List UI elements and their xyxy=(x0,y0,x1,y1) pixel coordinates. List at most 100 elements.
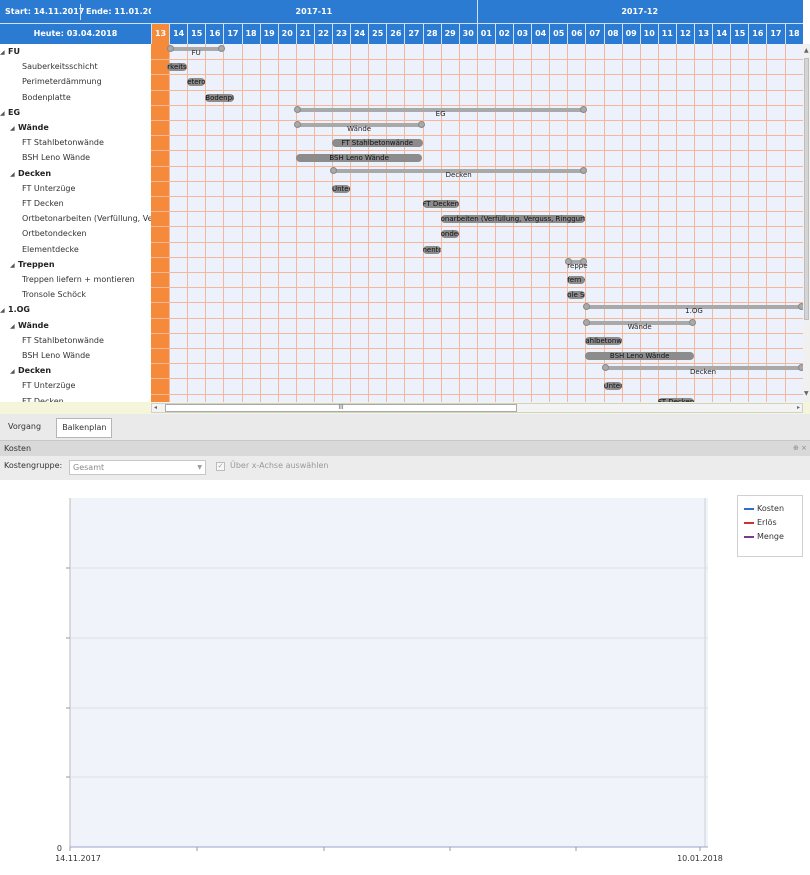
task-row[interactable]: Sauberkeitsschicht xyxy=(0,59,151,74)
day-cell[interactable]: 15 xyxy=(187,24,205,44)
day-cell[interactable]: 23 xyxy=(332,24,350,44)
panel-pin-close-icon[interactable]: ⊕ × xyxy=(793,441,807,456)
day-cell[interactable]: 18 xyxy=(784,24,803,44)
day-cell[interactable]: 25 xyxy=(368,24,386,44)
horizontal-scroll-thumb[interactable]: III xyxy=(165,404,517,412)
collapse-caret-icon[interactable]: ◢ xyxy=(0,106,8,120)
collapse-caret-icon[interactable]: ◢ xyxy=(0,45,8,59)
vertical-scroll-thumb[interactable] xyxy=(804,58,809,320)
task-bar[interactable]: ahlbetonw xyxy=(585,336,622,345)
task-bar[interactable]: eterdär xyxy=(187,78,206,87)
day-cell[interactable]: 27 xyxy=(404,24,422,44)
tab-vorgang[interactable]: Vorgang xyxy=(3,418,46,436)
task-row[interactable]: BSH Leno Wände xyxy=(0,150,151,165)
task-row[interactable]: Ortbetondecken xyxy=(0,226,151,241)
collapse-caret-icon[interactable]: ◢ xyxy=(10,167,18,181)
day-cell[interactable]: 26 xyxy=(386,24,404,44)
task-row[interactable]: Treppen liefern + montieren xyxy=(0,272,151,287)
task-row[interactable]: ◢ Decken xyxy=(0,166,151,181)
day-cell[interactable]: 29 xyxy=(440,24,459,44)
task-row[interactable]: ◢ Treppen xyxy=(0,257,151,272)
tab-balkenplan[interactable]: Balkenplan xyxy=(56,418,113,438)
day-cell[interactable]: 06 xyxy=(567,24,585,44)
collapse-caret-icon[interactable]: ◢ xyxy=(10,319,18,333)
day-cell[interactable]: 03 xyxy=(513,24,531,44)
task-bar[interactable]: BSH Leno Wände xyxy=(585,352,694,360)
task-row[interactable]: ◢ 1.OG xyxy=(0,302,151,317)
task-row[interactable]: Ortbetonarbeiten (Verfüllung, Ver xyxy=(0,211,151,226)
collapse-caret-icon[interactable]: ◢ xyxy=(10,364,18,378)
task-bar[interactable]: ondec xyxy=(440,230,459,239)
day-cell[interactable]: 10 xyxy=(639,24,658,44)
gantt-grid[interactable]: FUrkeitss eterdär Bodenplatte EG Wände FT Sta… xyxy=(151,44,803,402)
day-cell[interactable]: 22 xyxy=(313,24,332,44)
scroll-down-icon[interactable]: ▼ xyxy=(804,390,809,397)
task-row[interactable]: BSH Leno Wände xyxy=(0,348,151,363)
day-cell[interactable]: 30 xyxy=(458,24,477,44)
day-cell[interactable]: 04 xyxy=(531,24,549,44)
task-row[interactable]: Tronsole Schöck xyxy=(0,287,151,302)
task-bar[interactable]: Bodenplatte xyxy=(205,93,235,102)
task-bar[interactable]: ole Sc xyxy=(567,291,586,300)
legend-label: Erlös xyxy=(757,518,777,527)
day-cell[interactable]: 14 xyxy=(169,24,187,44)
task-bar[interactable]: rkeitss xyxy=(167,63,188,72)
grid-hline xyxy=(151,302,803,304)
task-row[interactable]: Perimeterdämmung xyxy=(0,74,151,89)
axis-select-checkbox[interactable]: ✓ xyxy=(216,462,225,471)
scroll-up-icon[interactable]: ▲ xyxy=(804,47,809,54)
day-cell[interactable]: 16 xyxy=(205,24,223,44)
day-cell[interactable]: 21 xyxy=(295,24,314,44)
task-bar[interactable]: fern + xyxy=(567,276,586,284)
day-cell[interactable]: 12 xyxy=(675,24,694,44)
day-cell[interactable]: 18 xyxy=(241,24,260,44)
day-cell[interactable]: 02 xyxy=(494,24,513,44)
task-row[interactable]: ◢ FU xyxy=(0,44,151,59)
scroll-left-icon[interactable]: ◂ xyxy=(154,404,157,411)
scroll-grip: III xyxy=(338,404,344,411)
day-cell[interactable]: 07 xyxy=(585,24,603,44)
day-cell[interactable]: 13 xyxy=(694,24,712,44)
day-cell[interactable]: 08 xyxy=(603,24,622,44)
cost-group-select[interactable]: Gesamt ▼ xyxy=(69,460,206,475)
day-cell[interactable]: 15 xyxy=(730,24,748,44)
task-bar[interactable]: FT Decken xyxy=(422,200,459,208)
day-cell[interactable]: 11 xyxy=(657,24,676,44)
month-label: 2017-11 xyxy=(295,7,333,16)
task-bar[interactable]: nentdec xyxy=(422,245,441,254)
day-cell[interactable]: 01 xyxy=(476,24,495,44)
day-cell[interactable]: 24 xyxy=(350,24,368,44)
task-bar[interactable]: onarbeiten (Verfüllung, Verguss, Ringgur… xyxy=(440,215,586,224)
task-row[interactable]: Bodenplatte xyxy=(0,90,151,105)
day-cell[interactable]: 17 xyxy=(223,24,241,44)
day-cell[interactable]: 16 xyxy=(748,24,766,44)
collapse-caret-icon[interactable]: ◢ xyxy=(0,303,8,317)
day-cell[interactable]: 14 xyxy=(712,24,730,44)
chevron-down-icon[interactable]: ▼ xyxy=(197,461,202,474)
task-row[interactable]: Elementdecke xyxy=(0,242,151,257)
task-row[interactable]: ◢ Decken xyxy=(0,363,151,378)
collapse-caret-icon[interactable]: ◢ xyxy=(10,258,18,272)
task-row[interactable]: FT Unterzüge xyxy=(0,378,151,393)
task-bar[interactable]: BSH Leno Wände xyxy=(295,154,423,163)
day-cell[interactable]: 19 xyxy=(259,24,278,44)
task-row[interactable]: FT Stahlbetonwände xyxy=(0,135,151,150)
task-row[interactable]: ◢ EG xyxy=(0,105,151,120)
day-cell[interactable]: 13 xyxy=(151,24,170,44)
task-row[interactable]: FT Decken xyxy=(0,196,151,211)
scroll-right-icon[interactable]: ▸ xyxy=(797,404,800,411)
grid-hline xyxy=(151,104,803,106)
task-bar[interactable]: Unterz xyxy=(332,184,351,193)
task-row[interactable]: ◢ Wände xyxy=(0,318,151,333)
task-row[interactable]: FT Unterzüge xyxy=(0,181,151,196)
task-row[interactable]: ◢ Wände xyxy=(0,120,151,135)
task-row[interactable]: FT Stahlbetonwände xyxy=(0,333,151,348)
day-cell[interactable]: 09 xyxy=(621,24,640,44)
task-bar[interactable]: FT Stahlbetonwände xyxy=(332,139,423,148)
day-cell[interactable]: 20 xyxy=(277,24,296,44)
day-cell[interactable]: 17 xyxy=(766,24,784,44)
day-cell[interactable]: 28 xyxy=(422,24,441,44)
day-cell[interactable]: 05 xyxy=(549,24,567,44)
collapse-caret-icon[interactable]: ◢ xyxy=(10,121,18,135)
task-bar[interactable]: Unterz xyxy=(603,382,622,391)
